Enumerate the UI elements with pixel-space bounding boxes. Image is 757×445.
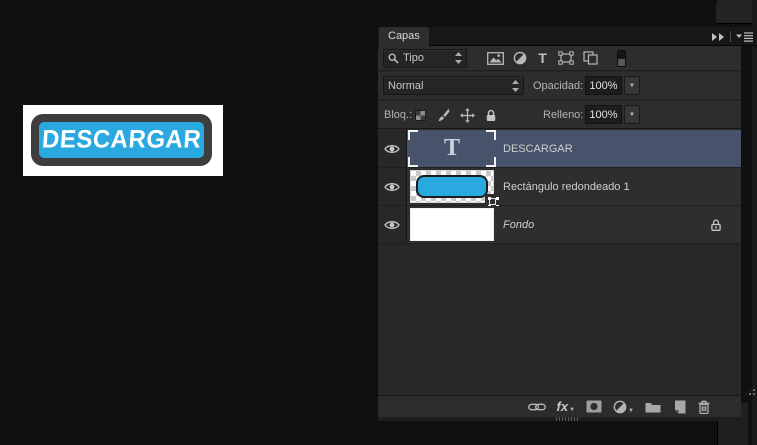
opacity-label: Opacidad: <box>533 80 584 92</box>
type-thumbnail-glyph: T <box>443 135 460 161</box>
layer-row-fondo[interactable]: Fondo <box>378 206 741 244</box>
eye-icon <box>384 181 400 193</box>
new-layer-icon[interactable] <box>672 400 686 414</box>
document-canvas[interactable]: DESCARGAR <box>23 105 223 176</box>
layers-list: T DESCARGAR Rectángulo redondeado 1 Fond… <box>378 130 741 244</box>
visibility-toggle[interactable] <box>378 206 407 243</box>
lock-label: Bloq.: <box>384 109 413 121</box>
header-separator <box>730 31 731 42</box>
opacity-value[interactable]: 100% <box>585 76 622 95</box>
descargar-button-text: DESCARGAR <box>40 125 203 154</box>
visibility-toggle[interactable] <box>378 130 407 167</box>
select-spinner-icon <box>512 79 519 92</box>
svg-text:T: T <box>538 51 547 65</box>
filter-kind-select[interactable]: Tipo <box>383 48 467 68</box>
layer-name: Rectángulo redondeado 1 <box>503 180 630 193</box>
filter-toggle-switch[interactable] <box>617 49 626 67</box>
lock-row: Bloq.: Relleno: 100% ▼ <box>378 101 741 129</box>
selection-bracket <box>486 130 496 140</box>
background-layer-thumbnail[interactable] <box>410 208 494 241</box>
blend-mode-row: Normal Opacidad: 100% ▼ <box>378 72 741 100</box>
selection-bracket <box>408 130 418 140</box>
layer-lock-icon <box>710 218 722 231</box>
pixel-layers-filter-icon[interactable] <box>487 51 504 65</box>
link-layers-icon[interactable] <box>527 402 546 412</box>
eye-icon <box>384 219 400 231</box>
adjustment-caret-icon: ▼ <box>628 407 634 414</box>
background-panel-tab <box>716 0 757 24</box>
type-layers-filter-icon[interactable]: T <box>536 51 549 65</box>
descargar-button-inner: DESCARGAR <box>39 122 204 158</box>
selection-bracket <box>486 157 496 167</box>
layer-row-rectangulo[interactable]: Rectángulo redondeado 1 <box>378 168 741 208</box>
layer-name: DESCARGAR <box>503 142 573 155</box>
shape-layers-filter-icon[interactable] <box>558 51 574 65</box>
new-group-icon[interactable] <box>645 401 661 413</box>
search-icon <box>388 52 399 64</box>
lock-transparency-icon[interactable] <box>415 109 426 121</box>
eye-icon <box>384 143 400 155</box>
type-layer-thumbnail[interactable]: T <box>408 130 496 167</box>
panel-menu-icon[interactable] <box>736 31 753 42</box>
layer-filter-row: Tipo T <box>378 46 741 71</box>
fx-caret-icon: ▼ <box>569 406 576 413</box>
photoshop-workspace: DESCARGAR Capas Tipo T Normal Opacidad: … <box>0 0 757 445</box>
lock-all-icon[interactable] <box>485 109 497 122</box>
layer-row-descargar[interactable]: T DESCARGAR <box>378 130 741 168</box>
filter-kind-value: Tipo <box>403 52 424 64</box>
layer-name: Fondo <box>503 218 535 231</box>
add-layer-mask-icon[interactable] <box>586 400 602 413</box>
lock-paint-brush-icon[interactable] <box>436 108 450 122</box>
delete-layer-icon[interactable] <box>697 400 711 414</box>
panel-resize-grip[interactable] <box>556 417 578 421</box>
visibility-toggle[interactable] <box>378 168 407 205</box>
layer-styles-fx-icon[interactable]: fx ▼ <box>556 398 576 414</box>
blue-rounded-rect-preview <box>416 175 488 198</box>
fx-label: fx <box>556 398 569 414</box>
fill-value[interactable]: 100% <box>585 105 622 124</box>
blend-mode-value: Normal <box>388 79 424 92</box>
smart-object-filter-icon[interactable] <box>583 51 598 65</box>
selection-bracket <box>408 157 418 167</box>
adjustment-layers-filter-icon[interactable] <box>513 51 527 65</box>
layers-panel-body: Tipo T Normal Opacidad: 100% ▼ Bloq.: Re… <box>378 46 741 421</box>
tab-capas-label: Capas <box>388 30 420 42</box>
collapse-panels-icon[interactable] <box>712 32 725 41</box>
fill-label: Relleno: <box>543 109 584 121</box>
new-adjustment-layer-icon[interactable]: ▼ <box>613 400 634 414</box>
shape-layer-thumbnail[interactable] <box>410 170 500 208</box>
descargar-button-artwork: DESCARGAR <box>31 114 212 166</box>
layers-panel-header: Capas <box>378 27 757 46</box>
panel-bottom-edge <box>378 417 741 421</box>
opacity-dropdown-arrow[interactable]: ▼ <box>624 76 640 95</box>
layers-footer-toolbar: fx ▼ ▼ <box>378 395 741 417</box>
layers-panel: Capas Tipo T Normal Opacidad: 100% ▼ Blo… <box>378 27 757 421</box>
select-spinner-icon <box>455 52 462 64</box>
lock-position-icon[interactable] <box>460 107 475 123</box>
blend-mode-select[interactable]: Normal <box>383 76 524 95</box>
tab-capas[interactable]: Capas <box>379 27 429 46</box>
fill-dropdown-arrow[interactable]: ▼ <box>624 105 640 124</box>
